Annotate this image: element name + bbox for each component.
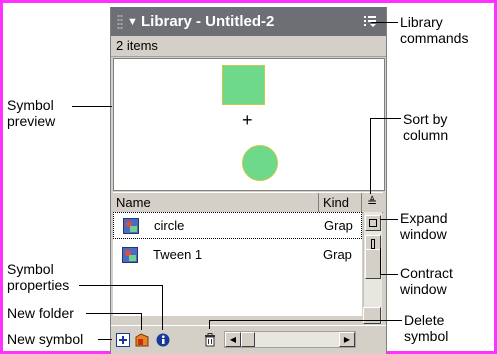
delete-symbol-icon[interactable] — [203, 333, 217, 347]
library-panel: ▼ Library - Untitled-2 2 items + Name Ki… — [110, 7, 387, 354]
callout-library-commands-line2: commands — [400, 30, 469, 46]
list-item[interactable]: circle Grap — [113, 212, 362, 239]
leader-line — [72, 106, 112, 107]
callout-properties-line2: properties — [7, 277, 70, 293]
scroll-thumb[interactable] — [365, 249, 381, 279]
leader-line — [79, 285, 162, 286]
callout-delete-line1: Delete — [404, 312, 445, 328]
callout-library-commands-line1: Library — [400, 14, 443, 30]
callout-contract-window: Contract window — [400, 265, 453, 297]
expand-window-icon — [369, 219, 377, 227]
scroll-left-button[interactable]: ◀ — [225, 332, 241, 347]
leader-line — [380, 219, 398, 220]
symbol-list: circle Grap Tween 1 Grap — [113, 212, 362, 316]
callout-new-symbol: New symbol — [7, 331, 84, 347]
item-count: 2 items — [116, 38, 158, 53]
callout-contract-line1: Contract — [400, 265, 453, 281]
callout-delete-line2: symbol — [404, 328, 449, 344]
panel-titlebar[interactable]: ▼ Library - Untitled-2 — [111, 7, 386, 36]
leader-line — [380, 274, 398, 275]
callout-symbol-properties: Symbol properties — [7, 261, 69, 293]
leader-line — [370, 118, 371, 194]
column-header-name[interactable]: Name — [113, 193, 319, 212]
leader-line — [86, 313, 141, 314]
leader-line — [209, 320, 402, 321]
callout-sort-by-column: Sort by column — [403, 111, 448, 143]
leader-line — [98, 339, 112, 340]
contract-window-icon — [371, 239, 375, 249]
horizontal-scrollbar[interactable]: ◀ ▶ — [224, 331, 356, 348]
library-toolbar: ◀ ▶ — [111, 325, 386, 354]
leader-line — [380, 248, 381, 274]
callout-properties-line1: Symbol — [7, 261, 54, 277]
collapse-arrow-icon[interactable]: ▼ — [127, 16, 138, 28]
list-item-name: Tween 1 — [153, 247, 203, 262]
list-item[interactable]: Tween 1 Grap — [113, 242, 362, 269]
callout-contract-line2: window — [400, 281, 447, 297]
column-header: Name Kind ≜ — [113, 192, 383, 213]
horizontal-scroll-thumb[interactable] — [241, 332, 255, 347]
scroll-right-button[interactable]: ▶ — [339, 332, 355, 347]
callout-symbol-preview-line1: Symbol — [7, 97, 54, 113]
new-folder-icon[interactable] — [135, 333, 149, 347]
wide-state-button[interactable] — [365, 215, 381, 231]
gripper-icon[interactable] — [117, 14, 123, 30]
panel-title: Library - Untitled-2 — [141, 13, 275, 30]
graphic-symbol-icon — [122, 247, 138, 263]
leader-line — [209, 320, 210, 329]
symbol-properties-icon[interactable] — [156, 333, 170, 347]
graphic-symbol-icon — [123, 218, 139, 234]
leader-line — [141, 313, 142, 330]
list-item-kind: Grap — [323, 247, 352, 262]
scroll-down-button[interactable] — [363, 307, 381, 324]
callout-expand-line2: window — [400, 226, 447, 242]
sort-order-icon[interactable]: ≜ — [364, 194, 380, 210]
preview-square-shape — [222, 65, 265, 105]
leader-line — [370, 118, 401, 119]
symbol-preview: + — [113, 58, 385, 191]
callout-symbol-preview-line2: preview — [7, 113, 56, 129]
column-header-kind[interactable]: Kind — [320, 193, 362, 212]
callout-sort-line1: Sort by — [403, 111, 448, 127]
registration-point-icon: + — [242, 110, 253, 130]
callout-library-commands: Library commands — [400, 14, 468, 46]
callout-sort-line2: column — [403, 127, 449, 143]
leader-line — [162, 285, 163, 330]
preview-circle-shape — [242, 145, 278, 181]
list-item-kind: Grap — [324, 218, 353, 233]
list-item-name: circle — [154, 218, 185, 233]
callout-symbol-preview: Symbol preview — [7, 97, 55, 129]
callout-expand-line1: Expand — [400, 210, 448, 226]
callout-new-folder: New folder — [7, 305, 74, 321]
library-commands-icon[interactable] — [364, 15, 378, 27]
item-count-bar: 2 items — [111, 36, 386, 57]
leader-line — [371, 22, 398, 23]
callout-expand-window: Expand window — [400, 210, 447, 242]
new-symbol-icon[interactable] — [116, 333, 130, 347]
callout-delete-symbol: Delete symbol — [404, 312, 448, 344]
